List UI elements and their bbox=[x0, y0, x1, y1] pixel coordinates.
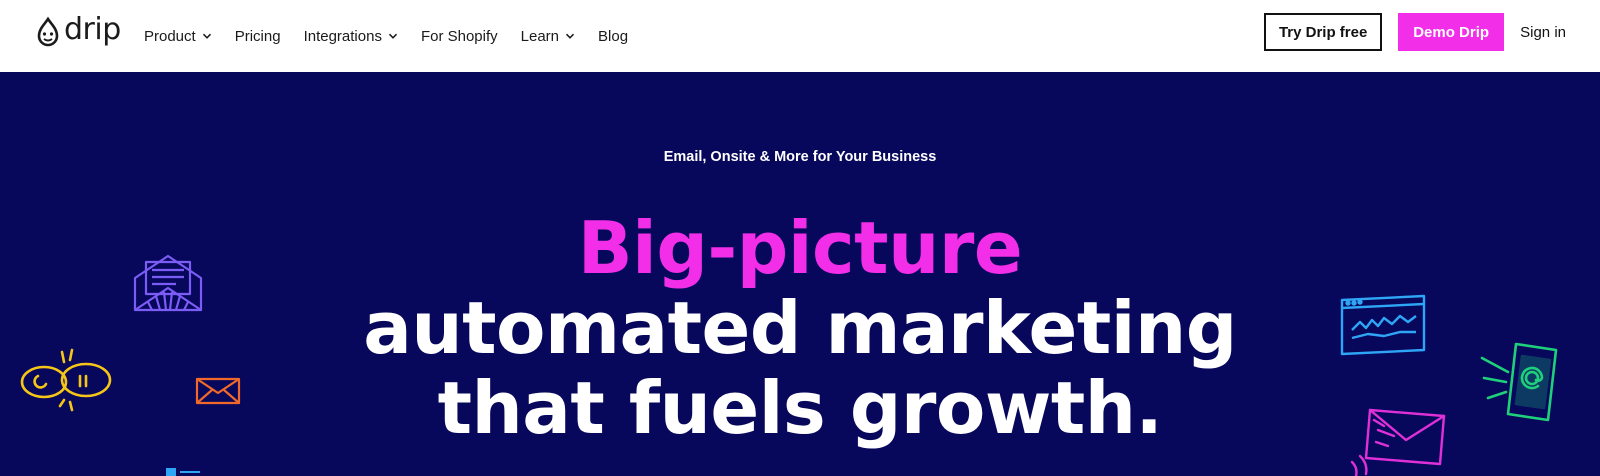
nav-item-learn[interactable]: Learn bbox=[521, 28, 575, 45]
nav-item-label: For Shopify bbox=[420, 27, 498, 45]
brand-name: drip bbox=[64, 12, 121, 47]
nav-item-label: Blog bbox=[598, 27, 629, 45]
envelope-newsletter-icon bbox=[133, 254, 203, 312]
header-actions: Try Drip free Demo Drip Sign in bbox=[1264, 13, 1566, 51]
nav-item-label: Learn bbox=[520, 27, 560, 45]
nav-item-for-shopify[interactable]: For Shopify bbox=[421, 28, 498, 45]
browser-chart-icon bbox=[1340, 294, 1426, 356]
hero-eyebrow: Email, Onsite & More for Your Business bbox=[663, 149, 937, 165]
pink-envelope-icon bbox=[1350, 408, 1446, 476]
partial-blue-icon bbox=[166, 468, 200, 476]
sign-in-link[interactable]: Sign in bbox=[1520, 24, 1566, 41]
chat-bubbles-icon bbox=[20, 348, 112, 412]
headline-line-1: Big-picture bbox=[577, 206, 1023, 290]
try-drip-free-button[interactable]: Try Drip free bbox=[1264, 13, 1383, 51]
nav-item-label: Pricing bbox=[234, 27, 281, 45]
drip-logo[interactable]: drip bbox=[36, 14, 121, 50]
nav-item-label: Integrations bbox=[303, 27, 382, 45]
nav-item-integrations[interactable]: Integrations bbox=[304, 28, 398, 45]
chevron-down-icon bbox=[202, 33, 211, 39]
drip-drop-icon bbox=[37, 16, 59, 47]
site-header: drip Product Pricing Integrations For Sh… bbox=[0, 0, 1600, 72]
nav-item-pricing[interactable]: Pricing bbox=[235, 28, 281, 45]
nav-item-product[interactable]: Product bbox=[144, 28, 212, 45]
chevron-down-icon bbox=[565, 33, 575, 39]
chevron-down-icon bbox=[388, 33, 397, 39]
main-nav: Product Pricing Integrations For Shopify… bbox=[144, 0, 651, 72]
phone-email-icon bbox=[1480, 342, 1558, 422]
small-envelope-icon bbox=[195, 377, 241, 405]
nav-item-label: Product bbox=[144, 27, 196, 45]
nav-item-blog[interactable]: Blog bbox=[598, 28, 628, 45]
demo-drip-button[interactable]: Demo Drip bbox=[1398, 13, 1505, 51]
hero-section: Email, Onsite & More for Your Business B… bbox=[0, 72, 1600, 476]
